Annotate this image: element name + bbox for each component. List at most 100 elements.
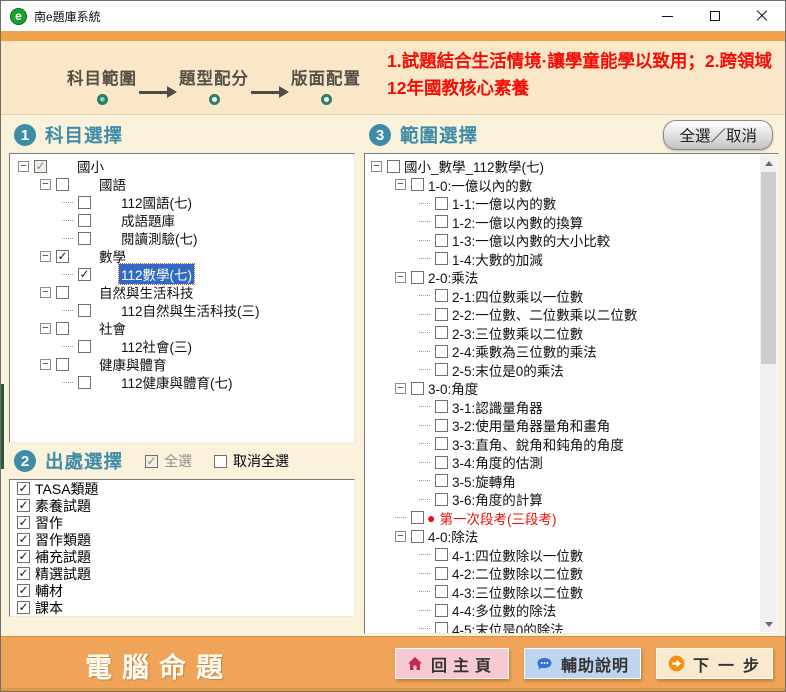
tree-row[interactable]: 3-3:直角、銳角和鈍角的角度 [367,435,760,454]
checkbox[interactable]: ✓ [17,550,30,563]
tree-label[interactable]: 4-4:多位數的除法 [450,600,558,620]
tree-label[interactable]: 1-3:一億以內數的大小比較 [450,230,612,250]
tree-label[interactable]: 社會 [97,318,128,338]
tree-row[interactable]: 3-2:使用量角器量角和畫角 [367,416,760,435]
checkbox[interactable] [78,340,91,353]
tree-label[interactable]: 112自然與生活科技(三) [119,300,262,320]
tree-label[interactable]: 1-4:大數的加減 [450,249,545,269]
select-all-checkbox[interactable]: ✓ 全選 [145,451,192,471]
home-button[interactable]: 回主頁 [395,648,509,679]
tree-label[interactable]: 3-0:角度 [426,378,480,398]
checkbox[interactable] [435,585,448,598]
checkbox[interactable]: ✓ [17,516,30,529]
tree-row[interactable]: 2-4:乘數為三位數的乘法 [367,342,760,361]
checkbox[interactable]: ✓ [17,533,30,546]
source-item[interactable]: ✓輔材 [10,582,354,599]
select-toggle-button[interactable]: 全選／取消 [663,120,773,150]
checkbox[interactable] [435,234,448,247]
scroll-down-icon[interactable] [760,616,777,632]
tree-label[interactable]: 第一次段考(三段考) [437,508,558,528]
tree-label[interactable]: 4-2:二位數除以二位數 [450,563,585,583]
tree-label[interactable]: 自然與生活科技 [97,282,196,302]
tree-row[interactable]: ●第一次段考(三段考) [367,509,760,528]
checkbox[interactable] [435,604,448,617]
checkbox[interactable] [411,530,424,543]
tree-label[interactable]: 3-5:旋轉角 [450,471,518,491]
checkbox[interactable] [435,437,448,450]
scrollbar-thumb[interactable] [761,172,776,364]
checkbox[interactable] [435,400,448,413]
checkbox[interactable] [435,622,448,633]
tree-label[interactable]: 數學 [97,246,128,266]
tree-row[interactable]: 4-3:三位數除以二位數 [367,583,760,602]
checkbox[interactable] [435,308,448,321]
collapse-icon[interactable]: − [40,359,51,370]
tree-row[interactable]: 4-1:四位數除以一位數 [367,546,760,565]
tree-row[interactable]: 4-5:末位是0的除法 [367,620,760,634]
close-button[interactable] [738,1,785,31]
tree-label[interactable]: 閱讀測驗(七) [119,228,200,248]
checkbox[interactable] [56,286,69,299]
tree-label[interactable]: 國小_數學_112數學(七) [402,156,546,176]
tree-row[interactable]: 4-2:二位數除以二位數 [367,564,760,583]
tree-label[interactable]: 1-2:一億以內數的換算 [450,212,585,232]
tree-row[interactable]: −自然與生活科技 [12,283,352,301]
checkbox[interactable] [435,345,448,358]
checkbox[interactable] [78,376,91,389]
tree-label[interactable]: 3-4:角度的估測 [450,452,545,472]
tree-row[interactable]: −健康與體育 [12,355,352,373]
tree-row[interactable]: 3-4:角度的估測 [367,453,760,472]
tree-row[interactable]: −✓國小 [12,157,352,175]
tree-row[interactable]: −4-0:除法 [367,527,760,546]
tree-label[interactable]: 4-1:四位數除以一位數 [450,545,585,565]
tree-row[interactable]: 2-5:末位是0的乘法 [367,361,760,380]
checkbox[interactable] [56,178,69,191]
help-button[interactable]: 輔助說明 [524,648,641,679]
minimize-button[interactable] [644,1,691,31]
source-item[interactable]: ✓習作類題 [10,531,354,548]
checkbox[interactable]: ✓ [17,601,30,614]
checkbox[interactable] [435,474,448,487]
tree-label[interactable]: 1-0:一億以內的數 [426,175,534,195]
collapse-icon[interactable]: − [40,179,51,190]
tree-label[interactable]: 成語題庫 [119,210,177,230]
tree-label[interactable]: 1-1:一億以內的數 [450,193,558,213]
checkbox[interactable] [78,214,91,227]
tree-row[interactable]: 112健康與體育(七) [12,373,352,391]
checkbox[interactable] [435,326,448,339]
tree-label[interactable]: 3-6:角度的計算 [450,489,545,509]
tree-label[interactable]: 4-5:末位是0的除法 [450,619,566,633]
checkbox[interactable] [435,548,448,561]
tree-label[interactable]: 3-3:直角、銳角和鈍角的角度 [450,434,626,454]
collapse-icon[interactable]: − [371,161,382,172]
tree-row[interactable]: −2-0:乘法 [367,268,760,287]
tree-row[interactable]: 1-1:一億以內的數 [367,194,760,213]
tree-row[interactable]: − 社會 [12,319,352,337]
checkbox[interactable]: ✓ [34,160,47,173]
tree-row[interactable]: 4-4:多位數的除法 [367,601,760,620]
tree-row[interactable]: − 3-0:角度 [367,379,760,398]
checkbox[interactable]: ✓ [78,268,91,281]
scroll-up-icon[interactable] [760,155,777,171]
tree-row[interactable]: 3-6:角度的計算 [367,490,760,509]
tree-row[interactable]: − 國語 [12,175,352,193]
maximize-button[interactable] [691,1,738,31]
scrollbar[interactable] [760,155,777,632]
tree-row[interactable]: ✓112數學(七) [12,265,352,283]
tree-label[interactable]: 國語 [97,174,128,194]
tree-label[interactable]: 4-0:除法 [426,526,480,546]
tree-row[interactable]: 成語題庫 [12,211,352,229]
checkbox[interactable] [411,178,424,191]
checkbox[interactable] [435,419,448,432]
checkbox[interactable] [435,363,448,376]
deselect-all-checkbox[interactable]: 取消全選 [214,451,289,471]
checkbox[interactable] [435,493,448,506]
checkbox[interactable] [78,196,91,209]
tree-label[interactable]: 2-1:四位數乘以一位數 [450,286,585,306]
collapse-icon[interactable]: − [395,272,406,283]
checkbox[interactable] [435,289,448,302]
collapse-icon[interactable]: − [395,383,406,394]
checkbox[interactable] [435,456,448,469]
collapse-icon[interactable]: − [40,323,51,334]
tree-label[interactable]: 4-3:三位數除以二位數 [450,582,585,602]
